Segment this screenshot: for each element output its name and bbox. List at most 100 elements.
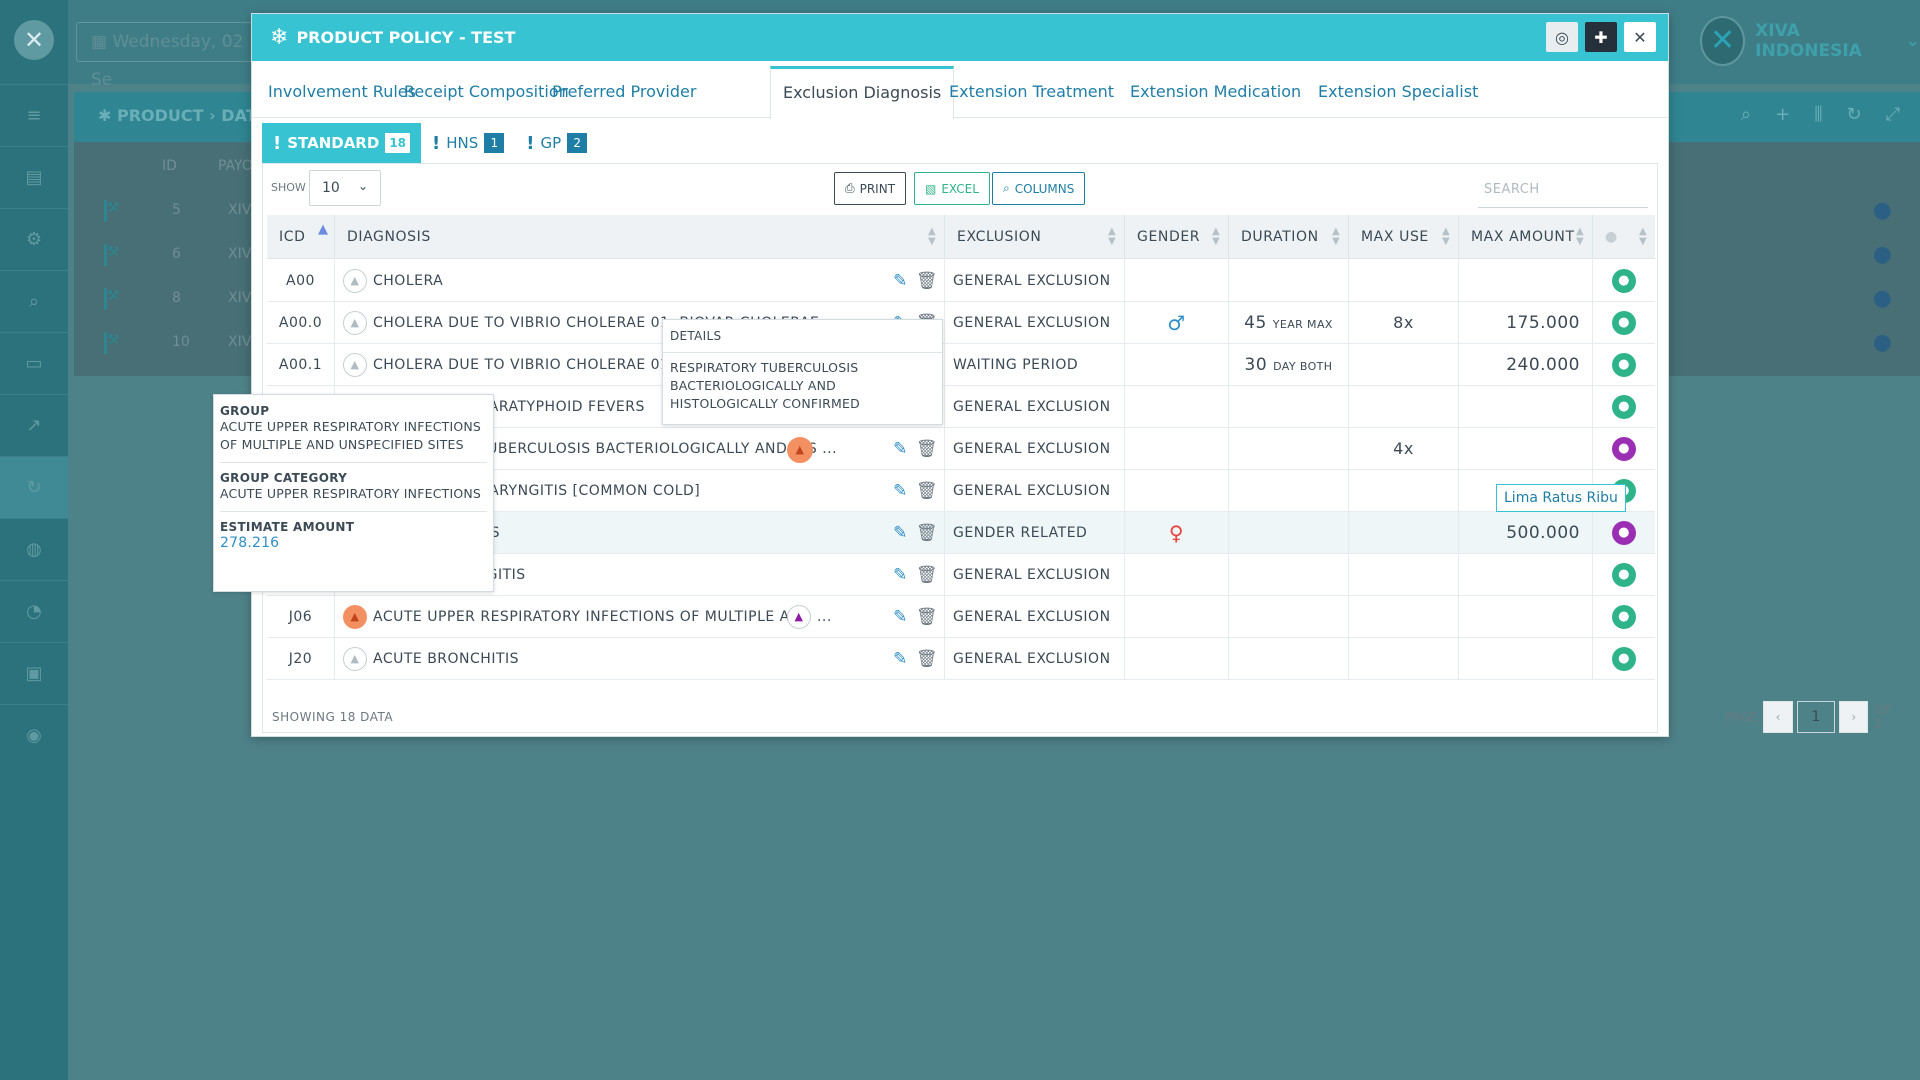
user-badge-icon[interactable]: ● bbox=[1612, 563, 1636, 587]
refresh-icon[interactable]: ↻ bbox=[1847, 104, 1862, 125]
tab-extension-specialist[interactable]: Extension Specialist bbox=[1306, 66, 1490, 118]
brand[interactable]: ✕ XIVA INDONESIA ⌄ bbox=[1700, 16, 1920, 66]
menu-icon[interactable]: ≡ bbox=[0, 84, 68, 146]
wrench-icon[interactable]: ⚒ bbox=[104, 244, 130, 266]
document-icon[interactable]: ▤ bbox=[0, 146, 68, 208]
plus-icon[interactable]: + bbox=[1775, 104, 1790, 125]
table-row[interactable]: A00.0 ▲ CHOLERA DUE TO VIBRIO CHOLERAE 01.… bbox=[267, 302, 1655, 344]
column-header-payor[interactable]: PAYO bbox=[218, 158, 253, 174]
user-icon[interactable]: ● bbox=[1873, 286, 1892, 311]
group-toggle-icon[interactable]: ▲ bbox=[343, 647, 367, 671]
edit-icon[interactable]: ✎ bbox=[893, 596, 908, 638]
trash-icon[interactable]: 🗑 bbox=[916, 260, 938, 302]
wrench-icon[interactable]: ⚒ bbox=[104, 200, 130, 222]
edit-icon[interactable]: ✎ bbox=[893, 260, 908, 302]
globe-icon[interactable]: ◍ bbox=[0, 518, 68, 580]
user-badge-icon[interactable]: ● bbox=[1612, 521, 1636, 545]
prev-page-button[interactable]: ‹ bbox=[1763, 701, 1793, 733]
trash-icon[interactable]: 🗑 bbox=[916, 638, 938, 680]
column-header-gender[interactable]: GENDER ▲ ▼ bbox=[1125, 215, 1229, 259]
user-icon[interactable]: ● bbox=[1873, 198, 1892, 223]
search-input[interactable]: SEARCH bbox=[1478, 182, 1648, 208]
table-row[interactable]: J06 ▲ ACUTE UPPER RESPIRATORY INFECTIONS O… bbox=[267, 596, 1655, 638]
column-header-max-amount[interactable]: MAX AMOUNT ▲ ▼ bbox=[1459, 215, 1593, 259]
excel-button[interactable]: ▧ EXCEL bbox=[914, 172, 990, 205]
settings-icon[interactable]: ⚙ bbox=[0, 208, 68, 270]
column-header-diagnosis[interactable]: DIAGNOSIS ▲ ▼ bbox=[335, 215, 945, 259]
sort-icon[interactable]: ▲ ▼ bbox=[1639, 215, 1647, 247]
search-icon[interactable]: ⌕ bbox=[0, 270, 68, 332]
user-badge-icon[interactable]: ● bbox=[1612, 395, 1636, 419]
table-row[interactable]: A00.1 ▲ CHOLERA DUE TO VIBRIO CHOLERAE 01.… bbox=[267, 344, 1655, 386]
page-size-select[interactable]: 10 ⌄ bbox=[309, 170, 381, 206]
trash-icon[interactable]: 🗑 bbox=[916, 596, 938, 638]
group-toggle-icon[interactable]: ▲ bbox=[343, 353, 367, 377]
trash-icon[interactable]: 🗑 bbox=[916, 512, 938, 554]
group-toggle-icon[interactable]: ▲ bbox=[343, 605, 367, 629]
page-input[interactable]: 1 bbox=[1796, 701, 1836, 733]
subtab-gp[interactable]: ! GP 2 bbox=[515, 123, 598, 163]
user-badge-icon[interactable]: ● bbox=[1612, 269, 1636, 293]
table-row[interactable]: A00 ▲ CHOLERA ✎ 🗑 GENERAL EXCLUSION ● bbox=[267, 260, 1655, 302]
wrench-icon[interactable]: ⚒ bbox=[104, 332, 130, 354]
column-header-exclusion[interactable]: EXCLUSION ▲ ▼ bbox=[945, 215, 1125, 259]
expand-toggle-icon[interactable]: ▲ bbox=[787, 605, 811, 629]
app-logo-icon[interactable]: ✕ bbox=[14, 20, 54, 60]
monitor-icon[interactable]: ▭ bbox=[0, 332, 68, 394]
user-badge-icon[interactable]: ● bbox=[1612, 353, 1636, 377]
edit-icon[interactable]: ✎ bbox=[893, 428, 908, 470]
column-header-actions[interactable]: ● ▲ ▼ bbox=[1593, 215, 1655, 259]
group-toggle-icon[interactable]: ▲ bbox=[343, 311, 367, 335]
restore-button[interactable]: ◎ bbox=[1546, 22, 1578, 52]
user-icon[interactable]: ◔ bbox=[0, 580, 68, 642]
user-icon[interactable]: ● bbox=[1873, 242, 1892, 267]
note-icon[interactable]: ▣ bbox=[0, 642, 68, 704]
sort-icon[interactable]: ▲ ▼ bbox=[1212, 215, 1220, 247]
sort-icon[interactable]: ▲ ▼ bbox=[1332, 215, 1340, 247]
tab-preferred-provider[interactable]: Preferred Provider bbox=[540, 66, 708, 118]
expand-toggle-icon[interactable]: ▲ bbox=[787, 437, 813, 463]
columns-icon[interactable]: ⫼ bbox=[1814, 104, 1822, 125]
tab-extension-medication[interactable]: Extension Medication bbox=[1118, 66, 1313, 118]
column-header-id[interactable]: ID bbox=[162, 158, 177, 174]
profile-icon[interactable]: ◉ bbox=[0, 704, 68, 766]
edit-icon[interactable]: ✎ bbox=[893, 512, 908, 554]
column-header-max-use[interactable]: MAX USE ▲ ▼ bbox=[1349, 215, 1459, 259]
user-badge-icon[interactable]: ● bbox=[1612, 437, 1636, 461]
column-header-duration[interactable]: DURATION ▲ ▼ bbox=[1229, 215, 1349, 259]
print-button[interactable]: ⎙ PRINT bbox=[834, 172, 907, 205]
edit-icon[interactable]: ✎ bbox=[893, 470, 908, 512]
table-row[interactable]: J20 ▲ ACUTE BRONCHITIS ✎ 🗑 GENERAL EXCLUSION … bbox=[267, 638, 1655, 680]
sort-icon[interactable]: ▲ ▼ bbox=[1108, 215, 1116, 247]
close-button[interactable]: ✕ bbox=[1624, 22, 1656, 52]
tab-extension-treatment[interactable]: Extension Treatment bbox=[937, 66, 1126, 118]
refresh-icon[interactable]: ↻ bbox=[0, 456, 68, 518]
add-button[interactable]: ✚ bbox=[1585, 22, 1617, 52]
edit-icon[interactable]: ✎ bbox=[893, 638, 908, 680]
trash-icon[interactable]: 🗑 bbox=[916, 470, 938, 512]
sort-icon[interactable]: ▲ ▼ bbox=[1576, 215, 1584, 247]
subtab-hns[interactable]: ! HNS 1 bbox=[421, 123, 515, 163]
sort-icon[interactable]: ▲ ▼ bbox=[1442, 215, 1450, 247]
fullscreen-icon[interactable]: ⤢ bbox=[1886, 104, 1900, 125]
user-badge-icon[interactable]: ● bbox=[1612, 311, 1636, 335]
trash-icon[interactable]: 🗑 bbox=[916, 428, 938, 470]
sort-asc-icon[interactable]: ▲ bbox=[318, 215, 328, 236]
external-link-icon[interactable]: ↗ bbox=[0, 394, 68, 456]
search-icon[interactable]: ⌕ bbox=[1741, 104, 1751, 125]
trash-icon[interactable]: 🗑 bbox=[916, 554, 938, 596]
sort-icon[interactable]: ▲ ▼ bbox=[928, 215, 936, 247]
date-display[interactable]: ▦ Wednesday, 02 Se bbox=[76, 22, 266, 90]
tab-exclusion-diagnosis[interactable]: Exclusion Diagnosis bbox=[770, 66, 955, 119]
columns-button[interactable]: ⌕ COLUMNS bbox=[992, 172, 1086, 205]
subtab-standard[interactable]: ! STANDARD 18 bbox=[262, 123, 422, 163]
exclusion-type: GENERAL EXCLUSION bbox=[945, 554, 1125, 596]
user-badge-icon[interactable]: ● bbox=[1612, 647, 1636, 671]
edit-icon[interactable]: ✎ bbox=[893, 554, 908, 596]
group-toggle-icon[interactable]: ▲ bbox=[343, 269, 367, 293]
column-header-icd[interactable]: ICD ▲ bbox=[267, 215, 335, 259]
next-page-button[interactable]: › bbox=[1839, 701, 1869, 733]
user-badge-icon[interactable]: ● bbox=[1612, 605, 1636, 629]
user-icon[interactable]: ● bbox=[1873, 330, 1892, 355]
wrench-icon[interactable]: ⚒ bbox=[104, 288, 130, 310]
